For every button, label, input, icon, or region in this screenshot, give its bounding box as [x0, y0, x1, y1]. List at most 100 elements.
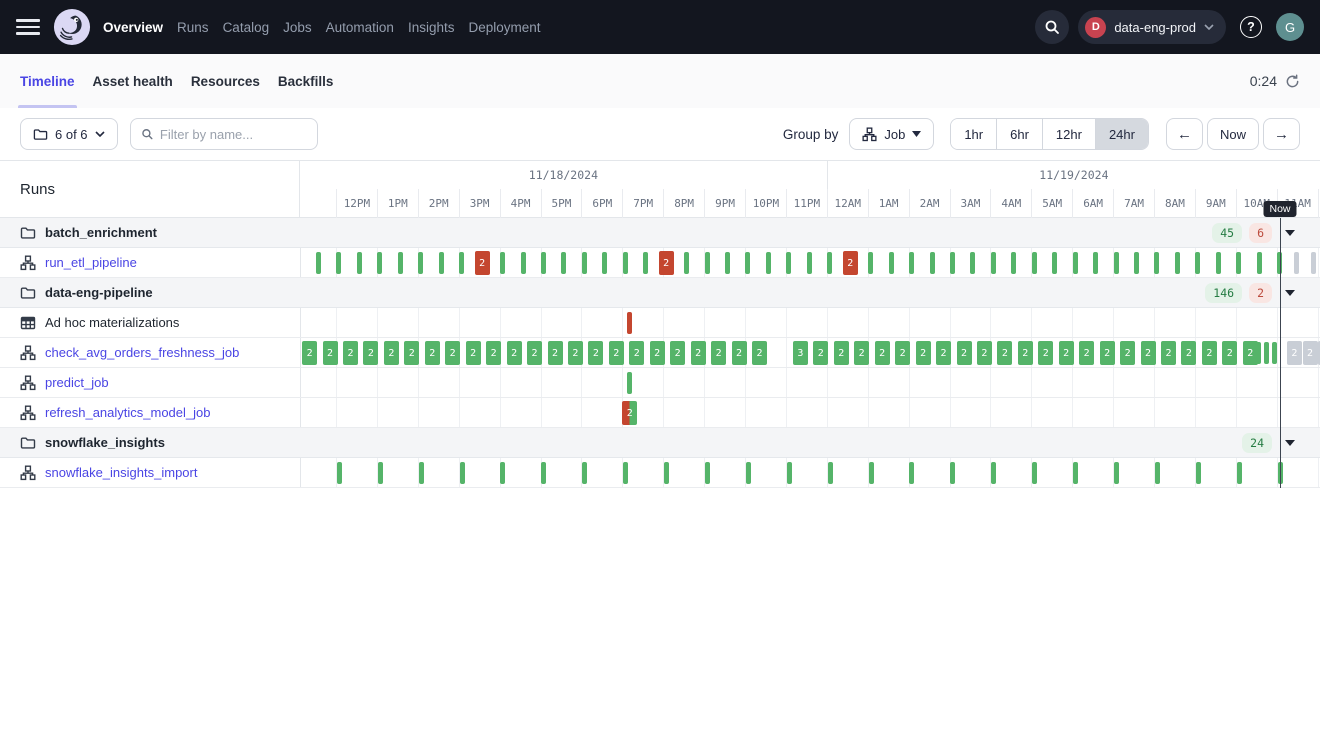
avatar[interactable]: G — [1276, 13, 1304, 41]
run-mark[interactable] — [991, 462, 996, 484]
run-mark[interactable]: 2 — [363, 341, 378, 365]
range-12hr[interactable]: 12hr — [1042, 119, 1095, 149]
run-mark[interactable] — [1073, 462, 1078, 484]
run-mark[interactable] — [541, 252, 546, 274]
run-mark[interactable] — [357, 252, 362, 274]
run-mark[interactable] — [766, 252, 771, 274]
filter-by-name-input[interactable] — [160, 127, 307, 142]
run-mark[interactable]: 2 — [629, 341, 644, 365]
run-mark[interactable]: 2 — [622, 401, 637, 425]
page-forward-button[interactable]: → — [1263, 118, 1300, 150]
row-name[interactable]: predict_job — [45, 375, 109, 390]
run-mark[interactable] — [459, 252, 464, 274]
run-mark[interactable] — [418, 252, 423, 274]
run-mark[interactable] — [337, 462, 342, 484]
run-mark[interactable]: 2 — [997, 341, 1012, 365]
run-mark[interactable]: 2 — [732, 341, 747, 365]
run-mark[interactable] — [746, 462, 751, 484]
menu-icon[interactable] — [16, 19, 40, 35]
run-mark[interactable]: 2 — [1079, 341, 1094, 365]
run-mark[interactable]: 2 — [302, 341, 317, 365]
run-mark[interactable]: 2 — [404, 341, 419, 365]
nav-item-overview[interactable]: Overview — [103, 20, 163, 35]
nav-item-catalog[interactable]: Catalog — [223, 20, 270, 35]
run-mark[interactable] — [930, 252, 935, 274]
run-mark[interactable] — [950, 252, 955, 274]
row-name[interactable]: check_avg_orders_freshness_job — [45, 345, 239, 360]
tab-backfills[interactable]: Backfills — [278, 54, 334, 108]
run-mark[interactable]: 2 — [507, 341, 522, 365]
run-mark[interactable] — [1154, 252, 1159, 274]
run-mark[interactable]: 2 — [588, 341, 603, 365]
run-mark[interactable]: 2 — [568, 341, 583, 365]
run-mark[interactable] — [1216, 252, 1221, 274]
run-mark[interactable]: 3 — [793, 341, 808, 365]
run-mark[interactable] — [1093, 252, 1098, 274]
run-mark[interactable] — [1134, 252, 1139, 274]
run-mark[interactable]: 2 — [425, 341, 440, 365]
run-mark[interactable] — [827, 252, 832, 274]
run-mark[interactable] — [1236, 252, 1241, 274]
run-mark[interactable] — [378, 462, 383, 484]
run-mark[interactable] — [439, 252, 444, 274]
run-mark[interactable] — [623, 252, 628, 274]
run-mark[interactable]: 2 — [659, 251, 674, 275]
run-mark[interactable]: 2 — [486, 341, 501, 365]
run-mark[interactable] — [745, 252, 750, 274]
tab-timeline[interactable]: Timeline — [20, 54, 75, 108]
run-mark[interactable] — [909, 462, 914, 484]
run-mark[interactable] — [561, 252, 566, 274]
run-mark[interactable]: 2 — [1287, 341, 1302, 365]
nav-item-jobs[interactable]: Jobs — [283, 20, 312, 35]
run-mark[interactable]: 2 — [711, 341, 726, 365]
tab-resources[interactable]: Resources — [191, 54, 260, 108]
run-mark[interactable]: 2 — [843, 251, 858, 275]
run-mark[interactable]: 2 — [475, 251, 490, 275]
run-mark[interactable] — [807, 252, 812, 274]
nav-item-deployment[interactable]: Deployment — [468, 20, 540, 35]
run-mark[interactable] — [868, 252, 873, 274]
nav-item-runs[interactable]: Runs — [177, 20, 209, 35]
run-mark[interactable] — [460, 462, 465, 484]
run-mark[interactable]: 2 — [854, 341, 869, 365]
run-mark[interactable] — [316, 252, 321, 274]
run-mark[interactable] — [500, 252, 505, 274]
run-mark[interactable] — [521, 252, 526, 274]
range-6hr[interactable]: 6hr — [996, 119, 1042, 149]
run-mark[interactable] — [582, 252, 587, 274]
run-mark[interactable]: 2 — [1120, 341, 1135, 365]
run-mark[interactable] — [1256, 342, 1261, 364]
run-mark[interactable]: 2 — [384, 341, 399, 365]
run-mark[interactable] — [1237, 462, 1242, 484]
run-mark[interactable] — [1195, 252, 1200, 274]
run-mark[interactable] — [664, 462, 669, 484]
run-mark[interactable]: 2 — [548, 341, 563, 365]
dagster-logo[interactable] — [53, 8, 91, 46]
run-mark[interactable]: 2 — [1141, 341, 1156, 365]
nav-item-automation[interactable]: Automation — [326, 20, 394, 35]
row-name[interactable]: snowflake_insights_import — [45, 465, 197, 480]
run-mark[interactable] — [541, 462, 546, 484]
run-mark[interactable]: 2 — [752, 341, 767, 365]
run-mark[interactable]: 2 — [1181, 341, 1196, 365]
run-mark[interactable] — [627, 312, 632, 334]
run-mark[interactable] — [684, 252, 689, 274]
run-mark[interactable]: 2 — [936, 341, 951, 365]
run-mark[interactable]: 2 — [691, 341, 706, 365]
row-name[interactable]: refresh_analytics_model_job — [45, 405, 210, 420]
run-mark[interactable] — [1196, 462, 1201, 484]
run-mark[interactable] — [1264, 342, 1269, 364]
run-mark[interactable]: 2 — [957, 341, 972, 365]
expand-caret-button[interactable] — [1282, 285, 1298, 301]
run-mark[interactable] — [1032, 252, 1037, 274]
row-name[interactable]: run_etl_pipeline — [45, 255, 137, 270]
run-mark[interactable]: 2 — [1161, 341, 1176, 365]
search-button[interactable] — [1035, 10, 1069, 44]
run-mark[interactable]: 2 — [1100, 341, 1115, 365]
tab-asset-health[interactable]: Asset health — [93, 54, 173, 108]
run-mark[interactable] — [787, 462, 792, 484]
workspace-switcher[interactable]: D data-eng-prod — [1078, 10, 1226, 44]
run-mark[interactable] — [1257, 252, 1262, 274]
run-mark[interactable] — [1272, 342, 1277, 364]
run-mark[interactable]: 2 — [466, 341, 481, 365]
